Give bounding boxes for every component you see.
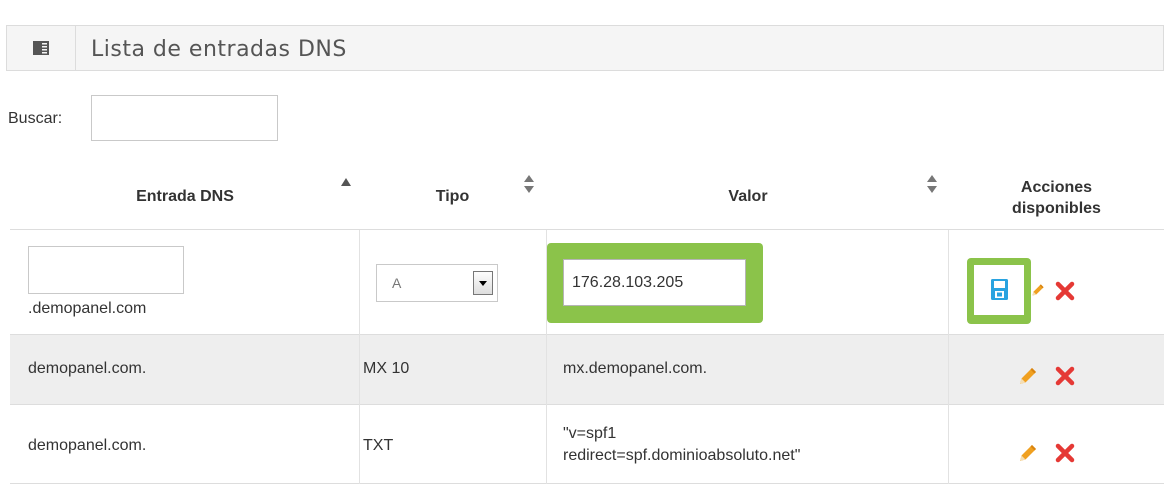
column-header-tipo[interactable]: Tipo xyxy=(360,188,545,206)
acciones-line2: disponibles xyxy=(1012,200,1101,217)
value-line: redirect=spf.dominioabsoluto.net" xyxy=(563,447,801,464)
type-cell: MX 10 xyxy=(363,360,410,377)
column-header-entrada-dns[interactable]: Entrada DNS xyxy=(10,188,360,206)
dns-entry-cell: demopanel.com. xyxy=(28,437,147,454)
type-cell: TXT xyxy=(363,437,394,454)
select-arrow-icon[interactable] xyxy=(473,271,493,295)
dns-entry-cell: demopanel.com. xyxy=(28,360,147,377)
type-select-value: A xyxy=(392,275,402,291)
type-select[interactable]: A xyxy=(376,264,498,302)
panel-icon-box xyxy=(7,26,76,70)
delete-icon[interactable] xyxy=(1055,366,1075,386)
pencil-icon[interactable] xyxy=(1018,366,1038,386)
sort-both-icon[interactable] xyxy=(927,175,937,193)
value-cell: mx.demopanel.com. xyxy=(563,360,708,377)
delete-icon[interactable] xyxy=(1055,443,1075,463)
delete-icon[interactable] xyxy=(1055,281,1075,301)
sort-asc-icon[interactable] xyxy=(341,178,351,186)
row-divider xyxy=(10,483,1164,484)
row-divider xyxy=(10,404,1164,405)
pencil-icon[interactable] xyxy=(1031,283,1045,297)
list-panel-icon xyxy=(33,41,49,55)
panel-header: Lista de entradas DNS xyxy=(6,25,1164,71)
acciones-line1: Acciones xyxy=(1020,179,1093,196)
header-divider xyxy=(10,229,1164,230)
row-divider xyxy=(10,334,1164,335)
domain-suffix: .demopanel.com xyxy=(28,300,147,317)
save-icon[interactable] xyxy=(991,279,1008,300)
value-cell: "v=spf1 redirect=spf.dominioabsoluto.net… xyxy=(563,423,800,467)
value-line: "v=spf1 xyxy=(563,425,617,442)
value-input[interactable] xyxy=(563,259,746,306)
panel-title: Lista de entradas DNS xyxy=(91,37,347,62)
search-label: Buscar: xyxy=(8,110,63,127)
column-header-acciones: Acciones disponibles xyxy=(949,177,1164,219)
column-divider xyxy=(948,230,949,484)
pencil-icon[interactable] xyxy=(1018,443,1038,463)
sort-both-icon[interactable] xyxy=(524,175,534,193)
column-header-valor[interactable]: Valor xyxy=(547,188,949,206)
dns-entry-input[interactable] xyxy=(28,246,184,294)
column-divider xyxy=(359,230,360,484)
search-input[interactable] xyxy=(91,95,278,141)
